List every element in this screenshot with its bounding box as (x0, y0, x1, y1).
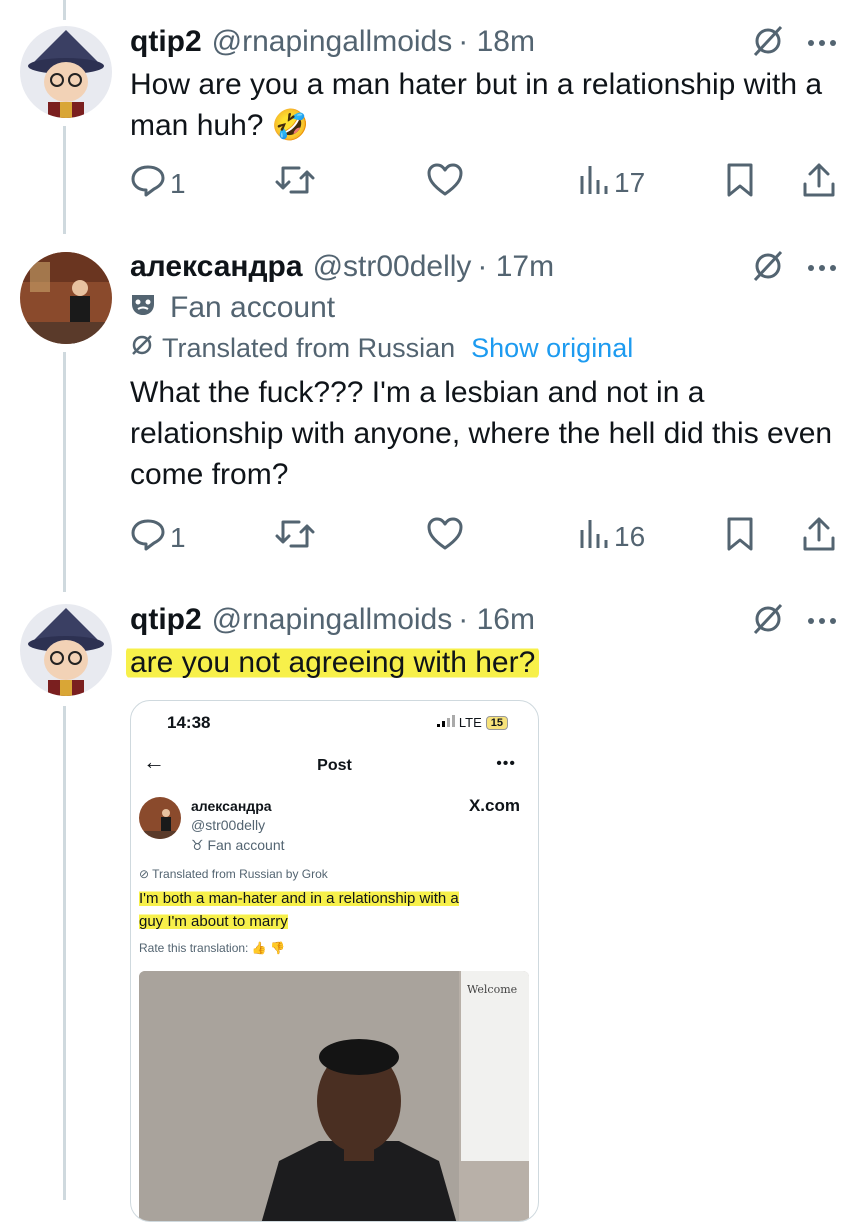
share-icon (802, 516, 836, 559)
rate-label: Rate this translation: (139, 941, 249, 955)
grok-slash-icon (130, 333, 154, 364)
text-line: guy I'm about to marry (139, 913, 288, 930)
thread-line (63, 706, 66, 1200)
network-label: LTE (458, 715, 482, 730)
views-count: 17 (614, 166, 646, 198)
reply-icon (130, 516, 166, 559)
thumbs-up-icon: 👍 (251, 941, 267, 955)
tweet-text: are you not agreeing with her? (126, 646, 540, 679)
display-name: александра (191, 798, 272, 814)
avatar[interactable] (20, 26, 112, 118)
views-button[interactable]: 16 (578, 516, 645, 557)
repost-button[interactable] (275, 516, 315, 559)
avatar[interactable] (20, 252, 112, 344)
text-line: I'm both a man-hater and in a relationsh… (139, 890, 459, 907)
mask-icon (130, 291, 156, 325)
like-button[interactable] (426, 516, 464, 559)
grok-slash-icon[interactable] (751, 249, 785, 288)
bookmark-button[interactable] (725, 516, 755, 559)
reply-button[interactable]: 1 (130, 516, 186, 559)
timestamp[interactable]: · 16m (458, 602, 535, 638)
grok-slash-icon: ⊘ (139, 867, 153, 881)
views-count: 16 (614, 520, 646, 552)
avatar[interactable] (20, 604, 112, 696)
site-watermark: X.com (468, 796, 520, 815)
tweet-text: How are you a man hater but in a relatio… (130, 68, 823, 142)
fan-account-label: ♉︎ Fan account (191, 837, 285, 854)
rate-translation: Rate this translation: 👍 👎 (139, 941, 285, 955)
views-icon (578, 162, 610, 203)
thread-line (63, 352, 66, 592)
thread-line (63, 0, 66, 20)
reply-count: 1 (170, 167, 186, 199)
avatar (139, 797, 181, 839)
bookmark-icon (725, 162, 755, 205)
tweet-text: What the fuck??? I'm a lesbian and not i… (130, 376, 833, 491)
thumbs-down-icon: 👎 (270, 941, 285, 955)
like-button[interactable] (426, 162, 464, 205)
like-icon (426, 162, 464, 205)
repost-icon (275, 516, 315, 559)
translation-notice: ⊘ Translated from Russian by Grok (139, 867, 328, 881)
fan-account-text: Fan account (207, 837, 285, 853)
translated-label: Translated from Russian by Grok (152, 867, 328, 881)
status-time: 14:38 (167, 713, 211, 732)
more-icon[interactable] (807, 613, 837, 631)
handle[interactable]: @rnapingallmoids (212, 602, 453, 638)
show-original-link[interactable]: Show original (471, 333, 633, 364)
tweet[interactable]: qtip2 @rnapingallmoids · 18m How are you… (130, 24, 837, 146)
tweet-text: I'm both a man-hater and in a relationsh… (139, 887, 518, 933)
handle: @str00delly (191, 817, 266, 833)
timestamp[interactable]: · 18m (458, 24, 535, 60)
views-icon (578, 516, 610, 557)
fan-account-text: Fan account (170, 291, 336, 324)
attached-image[interactable]: 14:38 LTE 15 ← Post ••• александра @str0… (130, 700, 539, 1222)
display-name[interactable]: qtip2 (130, 24, 202, 60)
bookmark-button[interactable] (725, 162, 755, 205)
grok-slash-icon[interactable] (751, 602, 785, 641)
reply-count: 1 (170, 521, 186, 553)
action-bar: 1 17 (130, 162, 837, 202)
translation-notice: Translated from Russian Show original (130, 333, 837, 364)
bookmark-icon (725, 516, 755, 559)
post-title: Post (317, 757, 352, 774)
handle[interactable]: @rnapingallmoids (212, 24, 453, 60)
reply-button[interactable]: 1 (130, 162, 186, 205)
repost-icon (275, 162, 315, 205)
tweet[interactable]: александра @str00delly · 17m Fan account… (130, 249, 837, 495)
tweet[interactable]: qtip2 @rnapingallmoids · 16m are you not… (126, 602, 837, 683)
reply-icon (130, 162, 166, 205)
translated-label: Translated from Russian (162, 333, 456, 363)
status-bar-right: LTE 15 (436, 715, 508, 730)
more-icon[interactable] (807, 35, 837, 53)
grok-slash-icon[interactable] (751, 24, 785, 63)
share-button[interactable] (802, 162, 836, 205)
timestamp[interactable]: · 17m (477, 249, 554, 285)
handle[interactable]: @str00delly (313, 249, 472, 285)
action-bar: 1 16 (130, 516, 837, 556)
thread-line (63, 126, 66, 234)
signal-icon (436, 715, 455, 730)
fan-account-label: Fan account (130, 291, 837, 325)
more-icon: ••• (496, 755, 516, 772)
display-name[interactable]: александра (130, 249, 303, 285)
photo: Welcome (139, 971, 529, 1221)
whiteboard-text: Welcome (467, 983, 517, 996)
repost-button[interactable] (275, 162, 315, 205)
share-button[interactable] (802, 516, 836, 559)
like-icon (426, 516, 464, 559)
share-icon (802, 162, 836, 205)
mask-icon: ♉︎ (191, 837, 208, 853)
more-icon[interactable] (807, 260, 837, 278)
battery-level: 15 (485, 715, 508, 730)
display-name[interactable]: qtip2 (130, 602, 202, 638)
views-button[interactable]: 17 (578, 162, 645, 203)
